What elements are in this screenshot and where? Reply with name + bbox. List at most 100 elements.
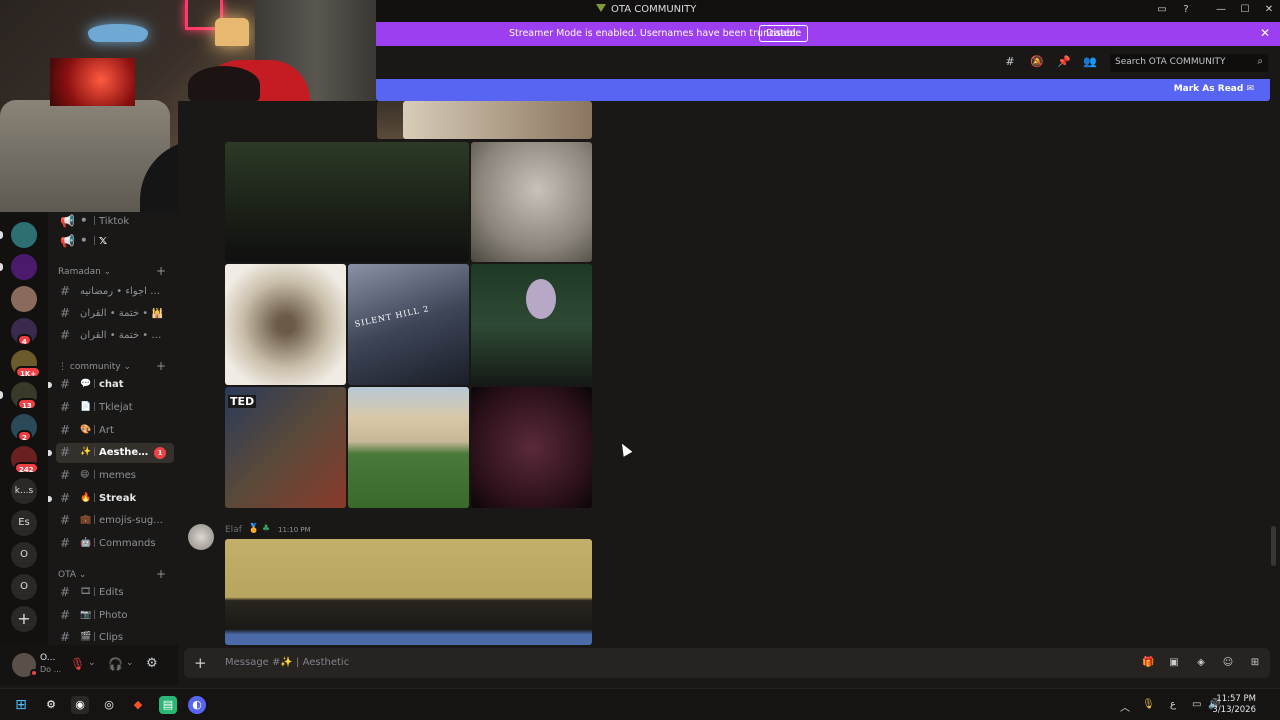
network-icon[interactable]: ▭: [1192, 699, 1201, 710]
attachment-image-screen[interactable]: [225, 539, 592, 645]
channel-streak[interactable]: # 🔥 | Streak: [48, 489, 174, 509]
channel-photo[interactable]: # 📷 | Photo: [56, 606, 174, 626]
server-icon-1[interactable]: [11, 222, 37, 248]
user-status: Do ...: [40, 665, 62, 674]
channel-toolbar: # 🔕 📌 👥 Search OTA COMMUNITY ⌕: [376, 46, 1280, 78]
server-icon-10[interactable]: Es: [11, 510, 37, 536]
chevron-down-icon[interactable]: ⌄: [88, 658, 96, 668]
tray-chevron-up-icon[interactable]: ︿: [1120, 699, 1130, 714]
category-community[interactable]: ⋮ community ⌄: [58, 362, 131, 372]
threads-icon[interactable]: #: [1003, 55, 1017, 69]
attachment-image-statue[interactable]: [471, 142, 592, 262]
attachment-image[interactable]: [403, 101, 592, 139]
attachment-image-parrot[interactable]: [471, 264, 592, 385]
attachment-image-silent-hill[interactable]: SILENT HILL 2: [348, 264, 469, 385]
window-title: OTA COMMUNITY: [596, 4, 696, 15]
message-timestamp: 11:10 PM: [278, 526, 311, 534]
brave-browser-icon[interactable]: ◆: [129, 696, 147, 714]
channel-emojis-suggestions[interactable]: # 💼 | emojis-sug...: [56, 511, 174, 531]
add-server-icon[interactable]: +: [11, 606, 37, 632]
avatar[interactable]: [188, 524, 214, 550]
add-channel-icon[interactable]: +: [156, 359, 166, 373]
microphone-in-use-icon[interactable]: 🎙: [1142, 699, 1155, 710]
discord-app-icon[interactable]: ◐: [188, 696, 206, 714]
category-ramadan[interactable]: Ramadan ⌄: [58, 267, 111, 277]
server-icon-12[interactable]: O: [11, 574, 37, 600]
channel-commands[interactable]: # 🤖 | Commands: [56, 534, 174, 554]
channel-edits[interactable]: # 🎞 | Edits: [56, 583, 174, 603]
category-ota[interactable]: OTA ⌄: [58, 570, 86, 580]
member-list-icon[interactable]: 👥: [1083, 55, 1097, 69]
add-attachment-icon[interactable]: +: [194, 654, 207, 672]
webcam-screen: [50, 58, 135, 106]
hash-icon: #: [60, 630, 71, 644]
message-input[interactable]: Message #✨ | Aesthetic: [225, 657, 349, 668]
windows-start-icon[interactable]: ⊞: [12, 696, 30, 714]
mic-muted-icon[interactable]: 🎙: [70, 657, 85, 671]
attachment-image-iced-drink[interactable]: [471, 387, 592, 508]
user-panel: O... Do ... 🎙 ⌄ 🎧 ⌄ ⚙: [0, 645, 178, 685]
channel-emoji: ⚫: [80, 216, 88, 226]
scrollbar[interactable]: [1271, 526, 1276, 566]
channel-art[interactable]: # 🎨 | Art: [56, 421, 174, 441]
attachment-image-poster[interactable]: TED: [225, 387, 346, 508]
emoji-icon[interactable]: ☺: [1222, 657, 1234, 669]
announcement-icon: 📢: [60, 214, 75, 228]
message-author[interactable]: Elaf: [225, 525, 242, 535]
media-app-icon[interactable]: ◎: [100, 696, 118, 714]
mark-as-read-button[interactable]: Mark As Read ✉: [1174, 84, 1254, 94]
help-icon[interactable]: ?: [1179, 3, 1193, 17]
chevron-down-icon[interactable]: ⌄: [126, 658, 134, 668]
close-banner-icon[interactable]: ✕: [1260, 26, 1270, 40]
message-composer[interactable]: + Message #✨ | Aesthetic 🎁 ▣ ◈ ☺ ⊞: [184, 648, 1270, 678]
add-channel-icon[interactable]: +: [156, 567, 166, 581]
pin-icon[interactable]: 📌: [1057, 55, 1071, 69]
channel-ramadan-1[interactable]: #اجواء • رمضانيه • ...: [56, 282, 174, 302]
mute-bell-icon[interactable]: 🔕: [1030, 55, 1044, 69]
channel-memes[interactable]: # 😄 | memes: [56, 466, 174, 486]
channel-aesthetic[interactable]: # ✨ | Aesthe... 1: [48, 443, 174, 463]
sticker-icon[interactable]: ◈: [1195, 657, 1207, 669]
channel-ramadan-3[interactable]: #فريق • ختمة • القرآن...: [56, 326, 174, 346]
attachment-image-plants[interactable]: [225, 142, 469, 262]
server-icon-9[interactable]: k...s: [11, 478, 37, 504]
apps-icon[interactable]: ⊞: [1249, 657, 1261, 669]
attachment-image-coffee[interactable]: [225, 264, 346, 385]
gift-icon[interactable]: 🎁: [1142, 657, 1154, 669]
server-icon-2[interactable]: [11, 254, 37, 280]
channel-chat[interactable]: # 💬 | chat: [48, 375, 174, 395]
input-language[interactable]: ع: [1170, 699, 1176, 710]
clock[interactable]: 11:57 PM 3/13/2026: [1212, 694, 1256, 716]
channel-ramadan-2[interactable]: # ختمة • القرآن • 🕌: [56, 304, 174, 324]
channel-tklejat[interactable]: # 📄 | Tklejat: [56, 398, 174, 418]
disable-streamer-mode-button[interactable]: Disable: [759, 25, 809, 42]
server-mention-badge: 2: [17, 430, 32, 442]
server-icon-3[interactable]: [11, 286, 37, 312]
settings-app-icon[interactable]: ⚙: [42, 696, 60, 714]
server-rail: 4 1K+ 13 2 242 k...s Es O O +: [0, 212, 48, 645]
search-icon: ⌕: [1257, 56, 1263, 67]
close-window-button[interactable]: ✕: [1262, 3, 1276, 17]
channel-x[interactable]: 📢 ⚫ | 𝕏: [56, 232, 174, 252]
gif-icon[interactable]: ▣: [1168, 657, 1180, 669]
settings-gear-icon[interactable]: ⚙: [146, 656, 158, 671]
channel-tiktok[interactable]: 📢 ⚫ | Tiktok: [56, 212, 174, 232]
username[interactable]: O...: [40, 653, 55, 663]
server-unread-pill: [0, 391, 3, 399]
attachment-image-building[interactable]: [348, 387, 469, 508]
android-app-icon[interactable]: ▤: [159, 696, 177, 714]
search-input[interactable]: Search OTA COMMUNITY ⌕: [1110, 54, 1268, 72]
new-messages-bar[interactable]: Mark As Read ✉: [376, 79, 1270, 101]
minimize-button[interactable]: —: [1214, 3, 1228, 17]
webcam-person-hair: [188, 66, 260, 104]
screen-share-icon[interactable]: ▭: [1155, 3, 1169, 17]
server-icon-11[interactable]: O: [11, 542, 37, 568]
add-channel-icon[interactable]: +: [156, 264, 166, 278]
server-unread-pill: [0, 231, 3, 239]
headphones-icon[interactable]: 🎧: [108, 657, 123, 671]
streamer-mode-banner: Streamer Mode is enabled. Usernames have…: [376, 22, 1280, 46]
maximize-button[interactable]: ☐: [1238, 3, 1252, 17]
obs-app-icon[interactable]: ◉: [71, 696, 89, 714]
unread-indicator: [48, 496, 52, 502]
silent-hill-title: SILENT HILL 2: [353, 304, 431, 329]
